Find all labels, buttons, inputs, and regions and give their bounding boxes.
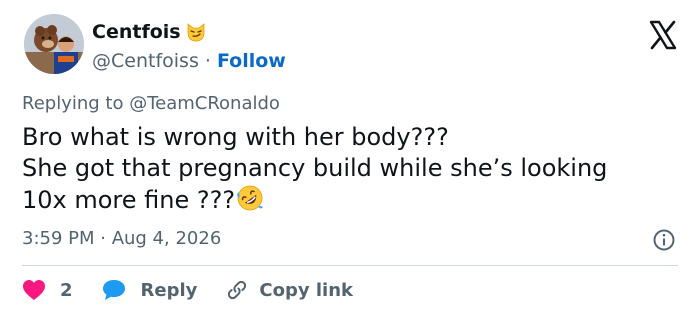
info-icon[interactable] [652, 228, 676, 252]
copy-link-button[interactable]: Copy link [225, 278, 353, 302]
author-handle-row: @Centfoiss · Follow [92, 47, 286, 75]
tweet-body: Bro what is wrong with her body??? She g… [22, 122, 682, 216]
avatar[interactable] [24, 14, 84, 74]
speech-bubble-icon [102, 280, 125, 300]
reply-label: Reply [140, 279, 198, 301]
author-handle[interactable]: @Centfoiss [92, 50, 199, 72]
author-block: Centfois @Centfoiss · Follow [92, 18, 286, 75]
divider [22, 265, 678, 266]
tweet-line: Bro what is wrong with her body??? [22, 123, 449, 151]
like-button[interactable]: 2 [22, 279, 73, 301]
copy-link-label: Copy link [259, 279, 353, 301]
replying-to-label[interactable]: Replying to @TeamCRonaldo [22, 93, 280, 114]
tweet-embed-card: Centfois @Centfoiss · Follow Replying to… [0, 0, 700, 318]
author-name-row: Centfois [92, 18, 286, 46]
smirking-cat-emoji-icon [187, 23, 204, 42]
author-display-name[interactable]: Centfois [92, 21, 181, 43]
tweet-line: She got that pregnancy build while she’s… [22, 154, 608, 182]
like-count: 2 [60, 279, 73, 301]
follow-button[interactable]: Follow [217, 50, 286, 72]
tweet-line-last: 10x more fine ??? [22, 184, 682, 216]
link-icon [228, 280, 247, 300]
avatar-image [24, 14, 84, 74]
tweet-timestamp[interactable]: 3:59 PM · Aug 4, 2026 [22, 228, 221, 249]
heart-icon [23, 280, 45, 300]
tweet-line: 10x more fine ??? [22, 186, 236, 214]
handle-separator: · [198, 50, 217, 72]
action-bar: 2 Reply Copy link [22, 276, 353, 304]
x-logo-icon[interactable] [648, 20, 678, 50]
reply-button[interactable]: Reply [101, 278, 198, 302]
rolling-laughing-emoji-icon [237, 185, 264, 211]
